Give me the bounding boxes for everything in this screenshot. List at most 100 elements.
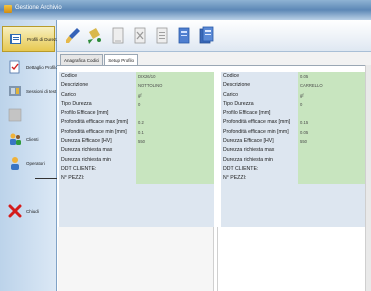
field-row-profilo-efficace: Profilo Efficace [mm] — [59, 109, 214, 119]
field-row-ddt-cliente: DDT CLIENTE: — [59, 164, 214, 175]
field-label: Codice — [61, 73, 78, 79]
field-value[interactable]: 0 — [298, 99, 371, 110]
sidebar-item-operatori[interactable]: Operatori — [2, 150, 55, 176]
field-label: Profondità efficace max [mm] — [61, 119, 129, 126]
window-title: Gestione Archivio — [15, 5, 62, 11]
profile-panel-left: Codice DIX26/10 Descrizione NOTTOLINO Cari… — [59, 72, 214, 227]
field-row-ddt-cliente: DDT CLIENTE: — [221, 164, 371, 175]
close-x-icon — [8, 204, 22, 218]
field-value[interactable]: CARRELLO — [298, 81, 371, 91]
field-label: Descrizione — [61, 82, 89, 89]
sidebar: Profili di Durezza Dettaglio Profilo Ses… — [0, 20, 61, 291]
field-label: Codice — [223, 73, 240, 79]
field-value[interactable] — [298, 174, 371, 184]
sidebar-item-profili-durezza[interactable]: Profili di Durezza — [2, 26, 61, 52]
field-row-codice: Codice DIX26/10 — [59, 72, 214, 82]
field-row-profondita-min: Profondità efficace min [mm] 0.1 — [59, 127, 214, 138]
field-row-durezza-efficace: Durezza Efficace [HV] 550 — [221, 137, 371, 147]
field-row-tipo-durezza: Tipo Durezza 0 — [221, 99, 371, 110]
field-label: Tipo Durezza — [61, 100, 92, 107]
field-row-tipo-durezza: Tipo Durezza 0 — [59, 99, 214, 110]
field-value[interactable] — [298, 155, 371, 165]
field-value[interactable] — [136, 109, 214, 119]
sidebar-item-blank[interactable] — [2, 102, 55, 128]
field-label: Descrizione — [223, 82, 251, 89]
field-label: Durezza richiesta min — [61, 156, 111, 163]
app-icon — [4, 5, 12, 13]
field-value[interactable]: 550 — [136, 137, 214, 147]
field-value[interactable] — [136, 174, 214, 184]
paint-bucket-icon[interactable] — [85, 26, 103, 46]
field-value[interactable] — [298, 164, 371, 175]
blue-document-stack-icon[interactable] — [197, 26, 215, 46]
field-label: N° PEZZI: — [223, 175, 247, 182]
field-label: Durezza Efficace [HV] — [61, 138, 112, 145]
people-icon — [10, 133, 21, 145]
sidebar-item-label: Operatori — [26, 160, 45, 166]
operator-icon — [11, 157, 19, 170]
field-row-durezza-efficace: Durezza Efficace [HV] 550 — [59, 137, 214, 147]
field-row-n-pezzi: N° PEZZI: — [59, 174, 214, 184]
field-value[interactable] — [298, 146, 371, 156]
field-row-profondita-max: Profondità efficace max [mm] 0.15 — [221, 118, 371, 128]
field-label: Profilo Efficace [mm] — [223, 110, 271, 117]
field-label: Tipo Durezza — [223, 100, 254, 107]
field-row-n-pezzi: N° PEZZI: — [221, 174, 371, 184]
sidebar-item-sessioni-test[interactable]: Sessioni di test — [2, 78, 57, 104]
book-icon — [10, 34, 21, 44]
field-label: Durezza richiesta min — [223, 156, 273, 163]
blue-document-icon[interactable] — [175, 26, 193, 46]
tab-strip: Anagrafica Codici Setup Profilo — [60, 54, 139, 65]
field-row-profilo-efficace: Profilo Efficace [mm] — [221, 109, 371, 119]
sidebar-item-label: Sessioni di test — [26, 88, 57, 94]
field-row-descrizione: Descrizione CARRELLO — [221, 81, 371, 91]
sidebar-item-label: Clienti — [26, 136, 39, 142]
field-value[interactable]: 0.1 — [136, 127, 214, 138]
field-value[interactable]: 0.05 — [298, 72, 371, 82]
field-value[interactable] — [136, 164, 214, 175]
field-value[interactable]: DIX26/10 — [136, 72, 214, 82]
sidebar-item-clienti[interactable]: Clienti — [2, 126, 55, 152]
field-value[interactable]: 0.2 — [136, 118, 214, 128]
field-row-durezza-max: Durezza richiesta max — [221, 146, 371, 156]
sidebar-item-dettaglio-profilo[interactable]: Dettaglio Profilo — [2, 54, 58, 80]
document-icon[interactable] — [109, 26, 127, 46]
field-label: DDT CLIENTE: — [61, 165, 97, 172]
tab-setup-profilo[interactable]: Setup Profilo — [104, 54, 139, 65]
field-label: Durezza richiesta max — [61, 147, 113, 154]
profile-panel-right: Codice 0.05 Descrizione CARRELLO Carico gf … — [221, 72, 371, 227]
field-label: Carico — [61, 91, 76, 98]
field-value[interactable] — [136, 146, 214, 156]
field-label: Durezza richiesta max — [223, 147, 275, 154]
field-label: Profondità efficace min [mm] — [223, 128, 289, 135]
field-row-durezza-min: Durezza richiesta min — [59, 155, 214, 165]
field-value[interactable]: gf — [298, 90, 371, 100]
field-value[interactable]: 0.05 — [298, 127, 371, 138]
field-value[interactable]: 0 — [136, 99, 214, 110]
divider — [35, 178, 57, 179]
divider — [217, 227, 218, 291]
field-row-carico: Carico gf — [221, 90, 371, 100]
document-delete-icon[interactable] — [131, 26, 149, 46]
field-row-durezza-min: Durezza richiesta min — [221, 155, 371, 165]
sidebar-item-chiudi[interactable]: Chiudi — [2, 198, 55, 224]
field-value[interactable] — [298, 109, 371, 119]
document-lines-icon[interactable] — [153, 26, 171, 46]
field-value[interactable]: NOTTOLINO — [136, 81, 214, 91]
tab-anagrafica-codici[interactable]: Anagrafica Codici — [60, 54, 104, 65]
brush-icon[interactable] — [64, 26, 82, 46]
sidebar-item-label: Chiudi — [26, 208, 39, 214]
sidebar-item-label: Profili di Durezza — [27, 36, 62, 42]
field-value[interactable]: 0.15 — [298, 118, 371, 128]
field-row-durezza-max: Durezza richiesta max — [59, 146, 214, 156]
field-value[interactable]: 550 — [298, 137, 371, 147]
field-row-profondita-min: Profondità efficace min [mm] 0.05 — [221, 127, 371, 138]
field-value[interactable]: gf — [136, 90, 214, 100]
scrollbar[interactable] — [365, 65, 371, 291]
field-label: N° PEZZI: — [61, 175, 85, 182]
field-value[interactable] — [136, 155, 214, 165]
field-label: DDT CLIENTE: — [223, 165, 259, 172]
field-label: Durezza Efficace [HV] — [223, 138, 274, 145]
sidebar-item-label: Dettaglio Profilo — [26, 64, 58, 70]
app-window: Gestione Archivio Profili di Durezza Det… — [0, 0, 371, 291]
